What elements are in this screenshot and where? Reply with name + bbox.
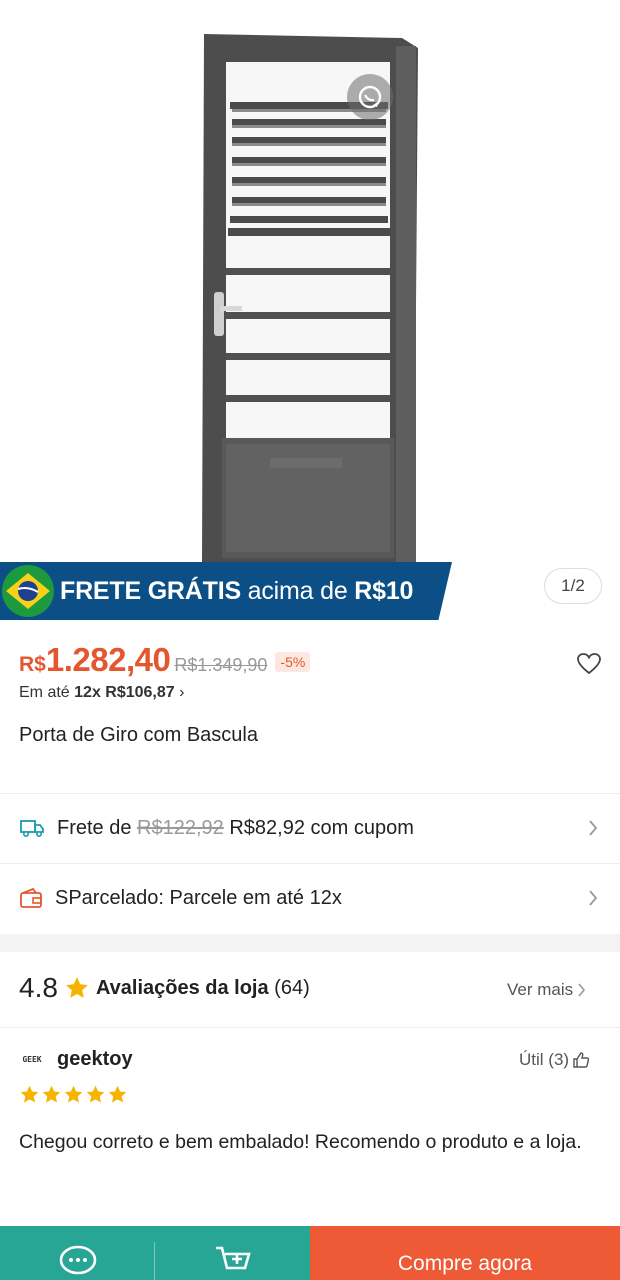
share-icon: [358, 85, 382, 109]
star-icon: [20, 1085, 39, 1103]
reviews-title: Avaliações da loja (64): [95, 976, 310, 999]
star-icon: [66, 977, 88, 998]
star-icon: [42, 1085, 61, 1103]
star-icon: [86, 1085, 105, 1103]
truck-icon: [20, 820, 44, 838]
section-gap: [0, 934, 620, 952]
original-price: R$1.349,90: [174, 655, 268, 675]
buy-now-button[interactable]: Compre agora: [310, 1226, 620, 1280]
reviewer-name: geektoy: [57, 1047, 133, 1070]
chevron-right-icon: [578, 983, 586, 997]
product-image[interactable]: FRETE GRÁTIS acima de R$10 1/2: [0, 0, 620, 620]
installment-service-row[interactable]: SParcelado: Parcele em até 12x: [0, 864, 620, 932]
current-price: 1.282,40: [45, 641, 171, 678]
favorite-button[interactable]: [576, 652, 602, 681]
divider: [154, 1242, 155, 1280]
bottom-action-bar: Compre agora: [0, 1226, 620, 1280]
share-button[interactable]: [347, 74, 393, 120]
store-rating: 4.8 Avaliações da loja (64): [19, 972, 310, 1004]
price-currency: R$: [19, 653, 46, 676]
add-to-cart-icon: [215, 1246, 251, 1270]
reviewer: GEEK geektoy: [19, 1046, 133, 1072]
shipping-row[interactable]: Frete de R$122,92 R$82,92 com cupom: [0, 794, 620, 862]
bottom-left-actions: [0, 1226, 310, 1280]
useful-button[interactable]: Útil (3): [519, 1050, 590, 1070]
wallet-icon: [20, 887, 42, 908]
product-title: Porta de Giro com Bascula: [19, 724, 258, 746]
heart-icon: [577, 653, 601, 675]
chat-button[interactable]: [0, 1226, 155, 1278]
brazil-flag-icon: [2, 565, 54, 617]
chevron-right-icon: [589, 820, 598, 836]
price-row: R$ 1.282,40 R$1.349,90 -5%: [19, 641, 311, 679]
shipping-text: Frete de R$122,92 R$82,92 com cupom: [57, 816, 414, 839]
chevron-right-icon: [589, 890, 598, 906]
review-stars: [19, 1084, 128, 1105]
divider: [0, 1027, 620, 1028]
free-shipping-banner: FRETE GRÁTIS acima de R$10: [0, 562, 452, 620]
installment-service-text: SParcelado: Parcele em até 12x: [55, 886, 342, 909]
free-shipping-text: FRETE GRÁTIS acima de R$10: [60, 576, 414, 605]
see-more-link[interactable]: Ver mais: [507, 980, 587, 1000]
star-icon: [64, 1085, 83, 1103]
installment-link[interactable]: Em até 12x R$106,87 ›: [19, 684, 184, 702]
chat-icon: [59, 1245, 96, 1275]
thumbs-up-icon: [573, 1052, 590, 1068]
star-icon: [108, 1085, 127, 1103]
rating-score: 4.8: [19, 972, 58, 1003]
product-photo-door: [202, 34, 418, 562]
avatar: GEEK: [22, 1054, 42, 1064]
discount-badge: -5%: [275, 652, 311, 672]
review-comment: Chegou correto e bem embalado! Recomendo…: [19, 1131, 582, 1153]
add-to-cart-button[interactable]: [155, 1226, 310, 1278]
image-pager: 1/2: [544, 568, 602, 604]
